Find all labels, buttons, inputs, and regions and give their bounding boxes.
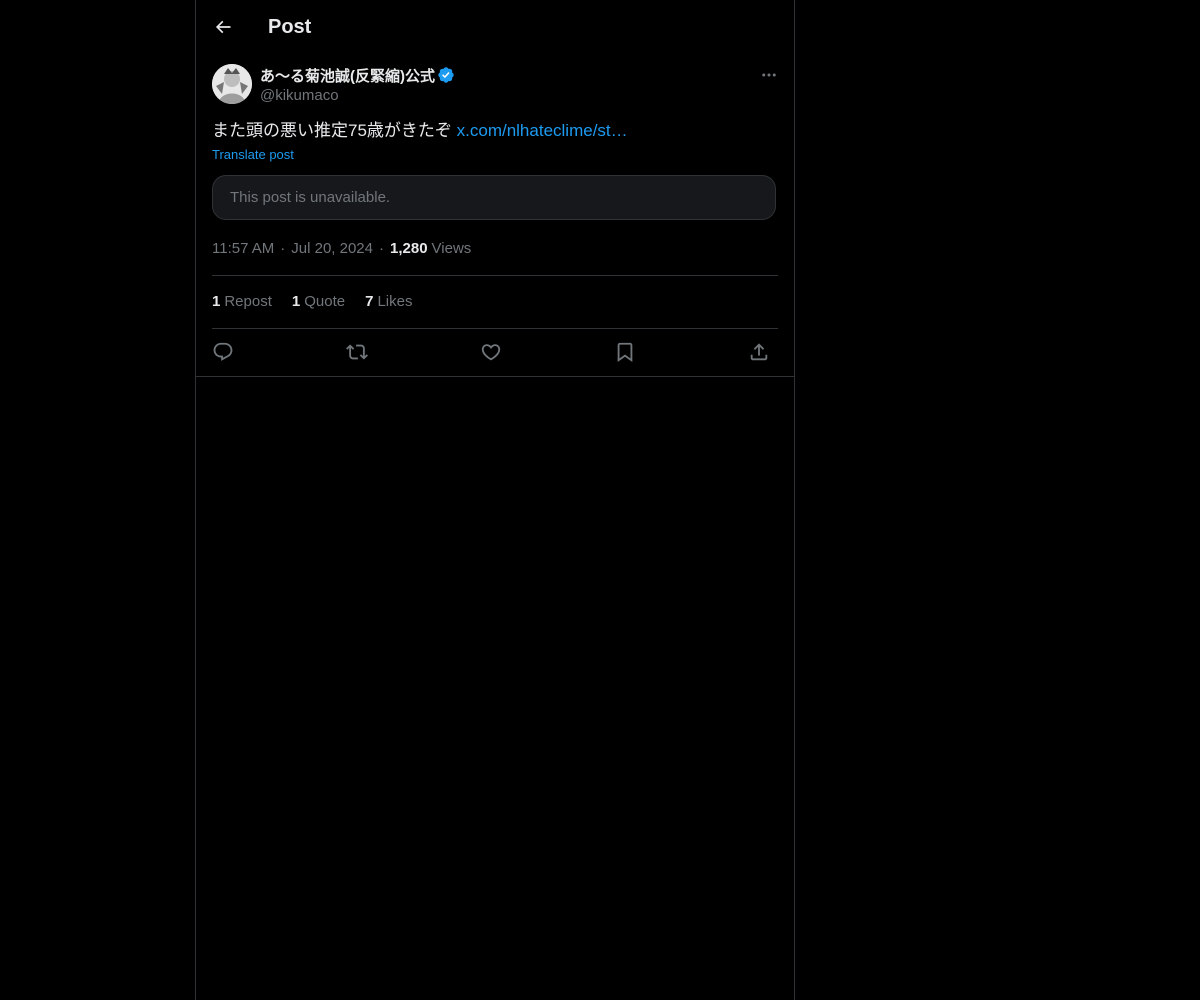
verified-badge-icon <box>437 66 455 84</box>
quotes-count: 1 <box>291 293 301 310</box>
divider <box>212 275 778 276</box>
like-button[interactable] <box>476 337 506 367</box>
action-bar <box>212 337 778 367</box>
translate-post-button[interactable]: Translate post <box>212 146 294 164</box>
bookmark-icon <box>617 342 633 363</box>
views-label: Views <box>431 240 472 257</box>
quotes-label: Quote <box>304 293 346 310</box>
meta-separator: · <box>280 240 286 257</box>
post-time[interactable]: 11:57 AM <box>212 239 274 259</box>
post-column: Post あ〜る菊池誠(反緊縮)公式 @kikumaco また頭の悪い推定75歳… <box>195 0 795 1000</box>
reposts-label: Repost <box>224 293 272 310</box>
back-button[interactable] <box>206 10 240 44</box>
avatar-image <box>212 64 252 104</box>
likes-label: Likes <box>377 293 413 310</box>
arrow-left-icon <box>215 20 231 34</box>
engagement-stats: 1 Repost 1 Quote 7 Likes <box>212 292 432 312</box>
author-info: あ〜る菊池誠(反緊縮)公式 @kikumaco <box>260 64 455 106</box>
share-icon <box>750 343 768 361</box>
tweet-link[interactable]: x.com/nlhateclime/st… <box>457 121 628 140</box>
retweet-icon <box>346 344 368 360</box>
likes-stat[interactable]: 7 Likes <box>365 292 412 312</box>
display-name[interactable]: あ〜る菊池誠(反緊縮)公式 <box>260 65 435 86</box>
repost-button[interactable] <box>342 337 372 367</box>
divider <box>212 328 778 329</box>
unavailable-text: This post is unavailable. <box>230 189 391 206</box>
quoted-post-unavailable: This post is unavailable. <box>212 175 776 220</box>
handle[interactable]: @kikumaco <box>260 86 455 106</box>
likes-count: 7 <box>365 293 374 310</box>
reposts-count: 1 <box>212 293 221 310</box>
divider <box>196 376 794 377</box>
post-meta: 11:57 AM · Jul 20, 2024 · 1,280 Views <box>212 239 471 259</box>
page-title: Post <box>268 16 312 38</box>
more-icon <box>762 73 776 77</box>
post-date[interactable]: Jul 20, 2024 <box>291 239 373 259</box>
tweet-text: また頭の悪い推定75歳がきたぞ x.com/nlhateclime/st… <box>212 118 778 144</box>
reply-button[interactable] <box>208 337 238 367</box>
post-header: Post <box>196 0 794 53</box>
share-button[interactable] <box>744 337 774 367</box>
bookmark-button[interactable] <box>610 337 640 367</box>
tweet-body: また頭の悪い推定75歳がきたぞ <box>212 121 457 140</box>
quotes-stat[interactable]: 1 Quote <box>292 292 345 312</box>
views-count: 1,280 <box>390 240 428 257</box>
reposts-stat[interactable]: 1 Repost <box>212 292 272 312</box>
more-options-button[interactable] <box>754 64 784 86</box>
meta-separator: · <box>379 240 384 257</box>
avatar[interactable] <box>212 64 252 104</box>
reply-icon <box>213 342 233 361</box>
display-name-row: あ〜る菊池誠(反緊縮)公式 <box>260 64 455 86</box>
like-icon <box>481 344 501 361</box>
